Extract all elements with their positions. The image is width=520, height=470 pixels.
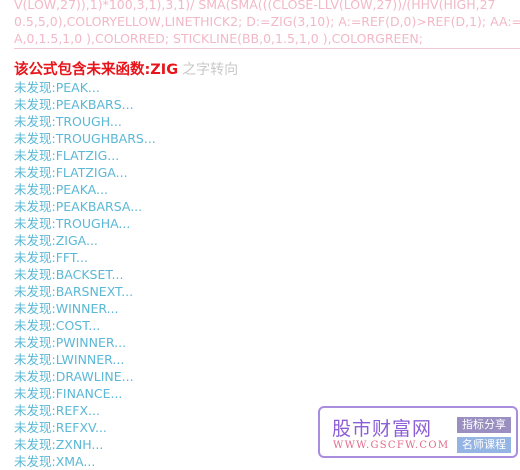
list-item: 未发现:REFX... bbox=[14, 403, 100, 418]
code-line: 0.5,5,0),COLORYELLOW,LINETHICK2; D:=ZIG(… bbox=[14, 14, 520, 29]
warning-text: 该公式包含未来函数:ZIG bbox=[14, 62, 179, 78]
list-item: 未发现:BARSNEXT... bbox=[14, 284, 134, 299]
list-item: 未发现:FLATZIG... bbox=[14, 148, 120, 163]
list-item: 未发现:FFT... bbox=[14, 250, 88, 265]
future-function-warning: 该公式包含未来函数:ZIG 之字转向 bbox=[14, 60, 238, 80]
list-item: 未发现:ZIGA... bbox=[14, 233, 98, 248]
list-item: 未发现:PEAK... bbox=[14, 80, 100, 95]
formula-code-block: V(LOW,27)),1)*100,3,1),3,1)/ SMA(SMA(((C… bbox=[14, 0, 520, 47]
list-item: 未发现:FINANCE... bbox=[14, 386, 123, 401]
site-url: WWW.GSCFW.COM bbox=[333, 440, 450, 451]
list-item: 未发现:REFXV... bbox=[14, 420, 107, 435]
badge-teacher-course: 名师课程 bbox=[457, 437, 511, 453]
list-item: 未发现:COST... bbox=[14, 318, 101, 333]
warning-suffix: 之字转向 bbox=[182, 62, 239, 78]
list-item: 未发现:PEAKA... bbox=[14, 182, 108, 197]
list-item: 未发现:TROUGH... bbox=[14, 114, 122, 129]
list-item: 未发现:PEAKBARS... bbox=[14, 97, 134, 112]
badge-indicator-share: 指标分享 bbox=[457, 417, 511, 433]
list-item: 未发现:DRAWLINE... bbox=[14, 369, 134, 384]
site-logo: 股市财富网 bbox=[332, 418, 433, 440]
list-item: 未发现:TROUGHA... bbox=[14, 216, 131, 231]
list-item: 未发现:ZXNH... bbox=[14, 437, 104, 452]
list-item: 未发现:PWINNER... bbox=[14, 335, 127, 350]
list-item: 未发现:FLATZIGA... bbox=[14, 165, 128, 180]
code-line: A,0,1.5,1,0 ),COLORRED; STICKLINE(BB,0,1… bbox=[14, 31, 423, 46]
list-item: 未发现:TROUGHBARS... bbox=[14, 131, 156, 146]
divider bbox=[14, 48, 520, 49]
site-watermark: 股市财富网 WWW.GSCFW.COM 指标分享 名师课程 bbox=[318, 406, 518, 458]
missing-function-list: 未发现:PEAK... 未发现:PEAKBARS... 未发现:TROUGH..… bbox=[14, 79, 156, 470]
list-item: 未发现:PEAKBARSA... bbox=[14, 199, 143, 214]
list-item: 未发现:BACKSET... bbox=[14, 267, 124, 282]
list-item: 未发现:WINNER... bbox=[14, 301, 119, 316]
code-line: V(LOW,27)),1)*100,3,1),3,1)/ SMA(SMA(((C… bbox=[14, 0, 496, 12]
list-item: 未发现:LWINNER... bbox=[14, 352, 125, 367]
